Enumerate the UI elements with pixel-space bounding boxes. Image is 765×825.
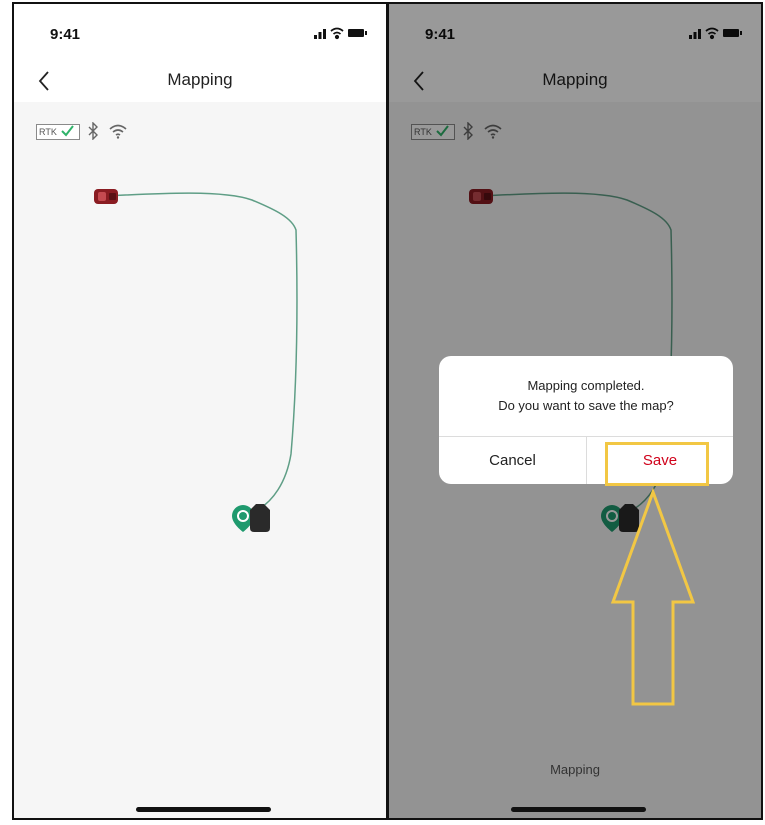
bottom-status-label: Mapping (550, 762, 600, 777)
home-indicator (136, 807, 271, 812)
save-highlight-box (605, 442, 709, 486)
mower-route-path (105, 192, 298, 510)
mower-icon (94, 189, 118, 204)
cancel-button[interactable]: Cancel (439, 437, 586, 484)
mapping-route-layer (94, 189, 298, 532)
charging-station-icon (250, 504, 270, 532)
phone-screen-mapping: 9:41 Mapping RTK (12, 2, 388, 820)
phone-screen-mapping-save-dialog: 9:41 Mapping RTK Mapping Mapping complet… (387, 2, 763, 820)
home-indicator (511, 807, 646, 812)
dialog-message-line2: Do you want to save the map? (498, 398, 674, 413)
dialog-message-line1: Mapping completed. (527, 378, 645, 393)
